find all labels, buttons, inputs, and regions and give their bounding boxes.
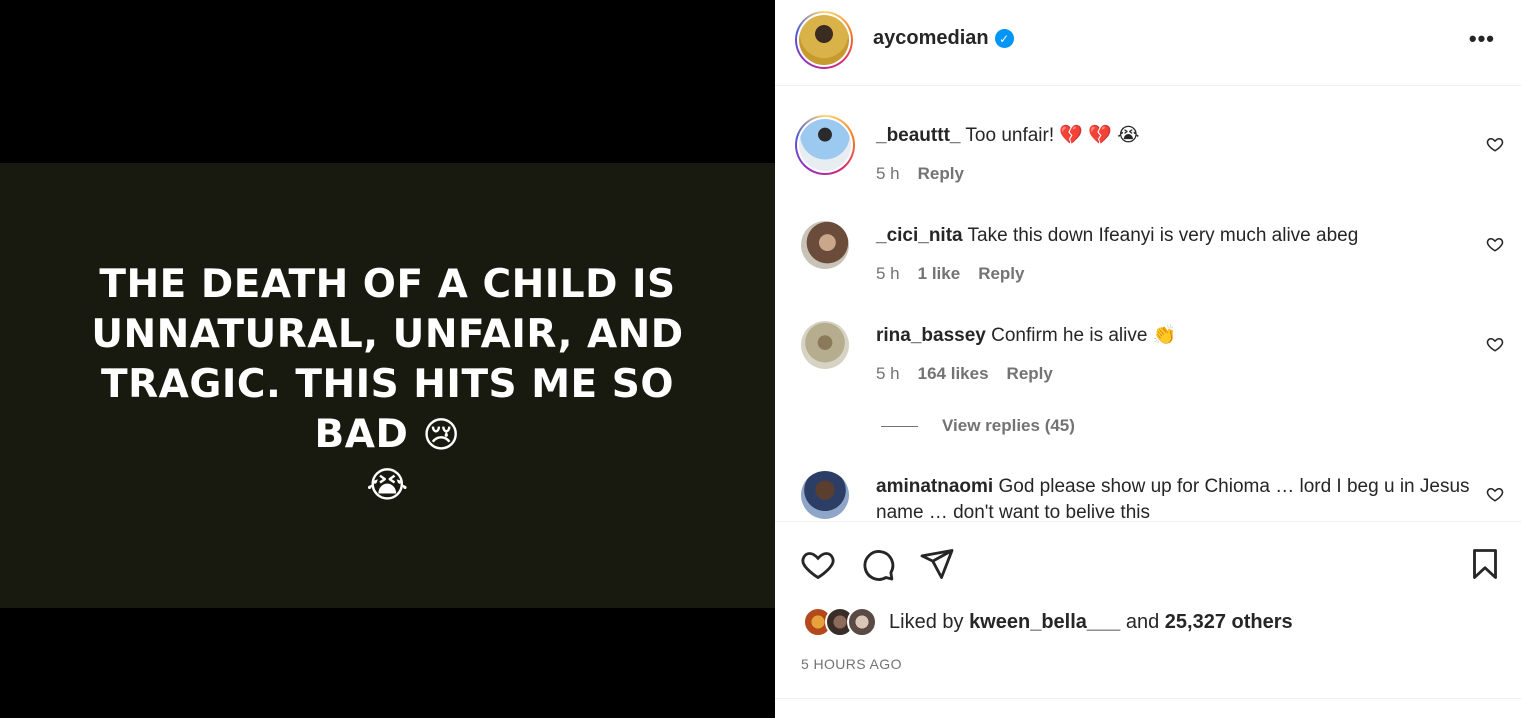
replies-divider	[881, 425, 918, 427]
author-username-row: aycomedian ✓	[873, 27, 1014, 50]
verified-badge-icon: ✓	[994, 29, 1014, 48]
like-comment-heart-icon[interactable]	[1486, 485, 1504, 503]
media-frame: THE DEATH OF A CHILD IS UNNATURAL, UNFAI…	[0, 163, 775, 608]
sobbing-emoji: 😭	[366, 465, 409, 506]
like-heart-icon[interactable]	[800, 546, 836, 582]
post-actions: Liked by kween_bella___ and 25,327 other…	[775, 521, 1521, 698]
comment-username[interactable]: aminatnaomi	[876, 476, 993, 497]
comment-meta: 5 h Reply	[876, 164, 964, 184]
media-text-line-3-text: TRAGIC. THIS HITS ME SO BAD	[101, 362, 674, 457]
liked-by-prefix: Liked by	[889, 610, 964, 633]
comment-text: aminatnaomi God please show up for Chiom…	[876, 474, 1476, 521]
reply-button[interactable]: Reply	[918, 164, 964, 184]
author-avatar[interactable]	[795, 11, 853, 69]
commenter-avatar-image	[799, 119, 851, 171]
post-modal: THE DEATH OF A CHILD IS UNNATURAL, UNFAI…	[0, 0, 1521, 718]
like-comment-heart-icon[interactable]	[1486, 135, 1504, 153]
commenter-avatar[interactable]	[801, 321, 849, 369]
comment-meta: 5 h 1 like Reply	[876, 264, 1024, 284]
comment-text: _beauttt_ Too unfair! 💔 💔 😭	[876, 123, 1476, 149]
share-send-icon[interactable]	[919, 546, 955, 582]
media-text-line-1: THE DEATH OF A CHILD IS	[99, 262, 676, 307]
likes-text: Liked by kween_bella___ and 25,327 other…	[889, 611, 1293, 634]
comment-content: Confirm he is alive 👏	[991, 325, 1177, 346]
post-side-panel: aycomedian ✓ ••• _beauttt_ Too unfair! 💔…	[775, 0, 1521, 718]
reply-button[interactable]: Reply	[1007, 364, 1053, 384]
comment-username[interactable]: _beauttt_	[876, 125, 960, 146]
more-options-icon[interactable]: •••	[1469, 26, 1495, 52]
likes-summary: Liked by kween_bella___ and 25,327 other…	[803, 607, 1293, 637]
author-avatar-image	[799, 15, 849, 65]
view-replies-label: View replies (45)	[942, 416, 1075, 435]
post-timestamp[interactable]: 5 HOURS AGO	[801, 656, 902, 672]
comment-likes[interactable]: 1 like	[918, 264, 961, 284]
media-text-line-2: UNNATURAL, UNFAIR, AND	[91, 312, 684, 357]
comment-username[interactable]: _cici_nita	[876, 225, 963, 246]
crying-emoji: 😢	[422, 415, 461, 456]
divider	[775, 698, 1521, 699]
view-replies-button[interactable]: View replies (45)	[881, 416, 1075, 436]
media-caption-text: THE DEATH OF A CHILD IS UNNATURAL, UNFAI…	[48, 260, 728, 511]
post-media[interactable]: THE DEATH OF A CHILD IS UNNATURAL, UNFAI…	[0, 0, 775, 718]
save-bookmark-icon[interactable]	[1467, 546, 1503, 582]
comment-time: 5 h	[876, 264, 900, 283]
comment-content: Take this down Ifeanyi is very much aliv…	[967, 225, 1359, 246]
commenter-avatar[interactable]	[795, 115, 855, 175]
like-comment-heart-icon[interactable]	[1486, 335, 1504, 353]
comment-text: rina_bassey Confirm he is alive 👏	[876, 323, 1476, 349]
comment-text: _cici_nita Take this down Ifeanyi is ver…	[876, 223, 1476, 249]
liked-by-user[interactable]: kween_bella___	[969, 611, 1120, 633]
media-text-line-3: TRAGIC. THIS HITS ME SO BAD 😢	[48, 360, 728, 461]
liked-by-others[interactable]: 25,327 others	[1165, 611, 1293, 633]
comment-time: 5 h	[876, 364, 900, 383]
comment-time: 5 h	[876, 164, 900, 183]
comment-username[interactable]: rina_bassey	[876, 325, 986, 346]
liker-avatar	[847, 607, 877, 637]
comment-likes[interactable]: 164 likes	[918, 364, 989, 384]
reply-button[interactable]: Reply	[978, 264, 1024, 284]
liked-by-and: and	[1125, 610, 1160, 633]
post-header: aycomedian ✓ •••	[775, 0, 1521, 86]
liker-avatars	[803, 607, 879, 637]
commenter-avatar[interactable]	[801, 471, 849, 519]
commenter-avatar[interactable]	[801, 221, 849, 269]
author-username[interactable]: aycomedian	[873, 27, 989, 50]
comment-content: Too unfair! 💔 💔 😭	[965, 125, 1140, 146]
comment-meta: 5 h 164 likes Reply	[876, 364, 1053, 384]
comments-list[interactable]: _beauttt_ Too unfair! 💔 💔 😭 5 h Reply _c…	[775, 87, 1521, 521]
comment-bubble-icon[interactable]	[860, 546, 896, 582]
like-comment-heart-icon[interactable]	[1486, 235, 1504, 253]
